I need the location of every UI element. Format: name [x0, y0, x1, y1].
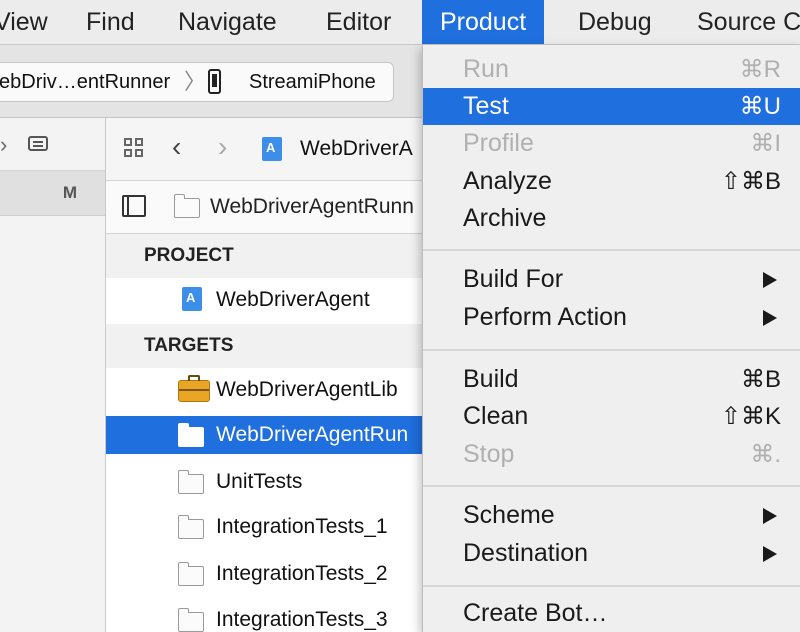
menu-navigate[interactable]: Navigate	[178, 0, 277, 44]
menu-view[interactable]: View	[0, 0, 48, 44]
scheme-name: ebDriv…entRunner	[0, 71, 171, 93]
list-item-label: WebDriverAgent	[216, 288, 370, 311]
menu-item-scheme[interactable]: Scheme	[423, 497, 800, 534]
list-item-project[interactable]: WebDriverAgent	[106, 281, 436, 319]
jump-bar-title[interactable]: WebDriverA	[300, 118, 413, 180]
project-file-icon	[262, 137, 282, 161]
list-item-label: UnitTests	[216, 470, 303, 493]
menu-item-label: Create Bot…	[463, 599, 608, 627]
menu-item-label: Stop	[463, 440, 515, 468]
submenu-arrow-icon	[763, 546, 777, 562]
section-header-targets: TARGETS	[106, 324, 436, 368]
folder-icon	[178, 608, 204, 632]
section-header-project: PROJECT	[106, 234, 436, 278]
folder-icon	[178, 423, 204, 447]
submenu-arrow-icon	[763, 272, 777, 288]
menu-item-shortcut: ⇧⌘K	[720, 403, 781, 430]
menu-item-label: Clean	[463, 402, 529, 430]
menu-separator	[423, 485, 800, 487]
menu-item-run[interactable]: Run ⌘R	[423, 51, 800, 88]
menu-item-shortcut: ⌘I	[750, 130, 781, 157]
menu-bar: View Find Navigate Editor Product Debug …	[0, 0, 800, 45]
list-item-label: WebDriverAgentRun	[216, 423, 409, 446]
menu-item-label: Test	[463, 92, 509, 120]
folder-icon	[174, 194, 200, 218]
menu-separator	[423, 249, 800, 251]
list-item-label: IntegrationTests_1	[216, 515, 388, 538]
menu-item-shortcut: ⌘R	[739, 56, 781, 83]
menu-item-shortcut: ⌘.	[750, 441, 781, 468]
menu-item-label: Analyze	[463, 167, 552, 195]
device-name: StreamiPhone	[249, 71, 376, 93]
comment-icon[interactable]	[28, 136, 48, 151]
menu-item-profile[interactable]: Profile ⌘I	[423, 125, 800, 162]
menu-item-archive[interactable]: Archive	[423, 200, 800, 237]
menu-item-build-for[interactable]: Build For	[423, 261, 800, 298]
navigator-column-header: M	[0, 171, 105, 216]
submenu-arrow-icon	[763, 310, 777, 326]
list-item-target[interactable]: IntegrationTests_1	[106, 508, 436, 546]
column-header-m[interactable]: M	[63, 171, 77, 215]
product-menu: Run ⌘R Test ⌘U Profile ⌘I Analyze ⇧⌘B Ar…	[422, 45, 800, 632]
navigator-pane: › M	[0, 118, 106, 632]
forward-arrow-icon[interactable]: ›	[218, 132, 227, 162]
grid-icon[interactable]	[124, 138, 146, 160]
menu-editor[interactable]: Editor	[326, 0, 391, 44]
iphone-icon	[208, 69, 221, 94]
section-label: TARGETS	[144, 335, 234, 356]
submenu-arrow-icon	[763, 508, 777, 524]
menu-item-create-bot[interactable]: Create Bot…	[423, 595, 800, 632]
menu-debug[interactable]: Debug	[578, 0, 652, 44]
list-item-target[interactable]: WebDriverAgentLib	[106, 371, 436, 409]
menu-separator	[423, 349, 800, 351]
jump-bar: ‹ › WebDriverA	[106, 118, 436, 181]
menu-source-control[interactable]: Source C	[697, 0, 800, 44]
toolbox-icon	[178, 375, 210, 402]
target-bar-title[interactable]: WebDriverAgentRunn	[210, 181, 414, 233]
menu-product[interactable]: Product	[422, 0, 545, 44]
list-item-target-selected[interactable]: WebDriverAgentRun	[106, 416, 436, 454]
menu-item-destination[interactable]: Destination	[423, 535, 800, 572]
menu-item-perform-action[interactable]: Perform Action	[423, 299, 800, 336]
menu-item-label: Scheme	[463, 501, 555, 529]
navigator-tabs: ›	[0, 118, 105, 171]
menu-item-test[interactable]: Test ⌘U	[423, 88, 800, 125]
list-item-target[interactable]: IntegrationTests_3	[106, 601, 436, 632]
list-item-target[interactable]: IntegrationTests_2	[106, 555, 436, 593]
menu-separator	[423, 585, 800, 587]
menu-item-label: Destination	[463, 539, 589, 567]
scheme-selector[interactable]: ebDriv…entRunner 〉 StreamiPhone	[0, 62, 394, 102]
folder-icon	[178, 515, 204, 539]
sidebar-toggle-icon[interactable]	[122, 195, 146, 217]
menu-item-build[interactable]: Build ⌘B	[423, 361, 800, 398]
menu-item-shortcut: ⌘B	[740, 366, 781, 393]
menu-item-label: Archive	[463, 204, 547, 232]
list-item-label: IntegrationTests_2	[216, 562, 388, 585]
list-item-label: IntegrationTests_3	[216, 608, 388, 631]
list-item-target[interactable]: UnitTests	[106, 463, 436, 501]
menu-item-label: Perform Action	[463, 303, 627, 331]
menu-item-label: Build For	[463, 265, 564, 293]
target-bar: WebDriverAgentRunn	[106, 181, 436, 234]
section-label: PROJECT	[144, 245, 234, 266]
menu-find[interactable]: Find	[86, 0, 135, 44]
menu-item-analyze[interactable]: Analyze ⇧⌘B	[423, 163, 800, 200]
menu-item-stop[interactable]: Stop ⌘.	[423, 436, 800, 473]
list-item-label: WebDriverAgentLib	[216, 378, 398, 401]
project-file-icon	[182, 287, 202, 311]
folder-icon	[178, 562, 204, 586]
menu-item-shortcut: ⌘U	[739, 93, 781, 120]
menu-item-label: Profile	[463, 129, 534, 157]
menu-item-label: Run	[463, 55, 509, 83]
folder-icon	[178, 470, 204, 494]
chevron-right-icon[interactable]: ›	[0, 132, 7, 158]
menu-item-shortcut: ⇧⌘B	[720, 168, 781, 195]
chevron-right-icon: 〉	[184, 69, 207, 94]
project-target-list: PROJECT WebDriverAgent TARGETS WebDriver…	[106, 234, 436, 632]
menu-item-clean[interactable]: Clean ⇧⌘K	[423, 398, 800, 435]
back-arrow-icon[interactable]: ‹	[172, 132, 181, 162]
menu-item-label: Build	[463, 365, 519, 393]
